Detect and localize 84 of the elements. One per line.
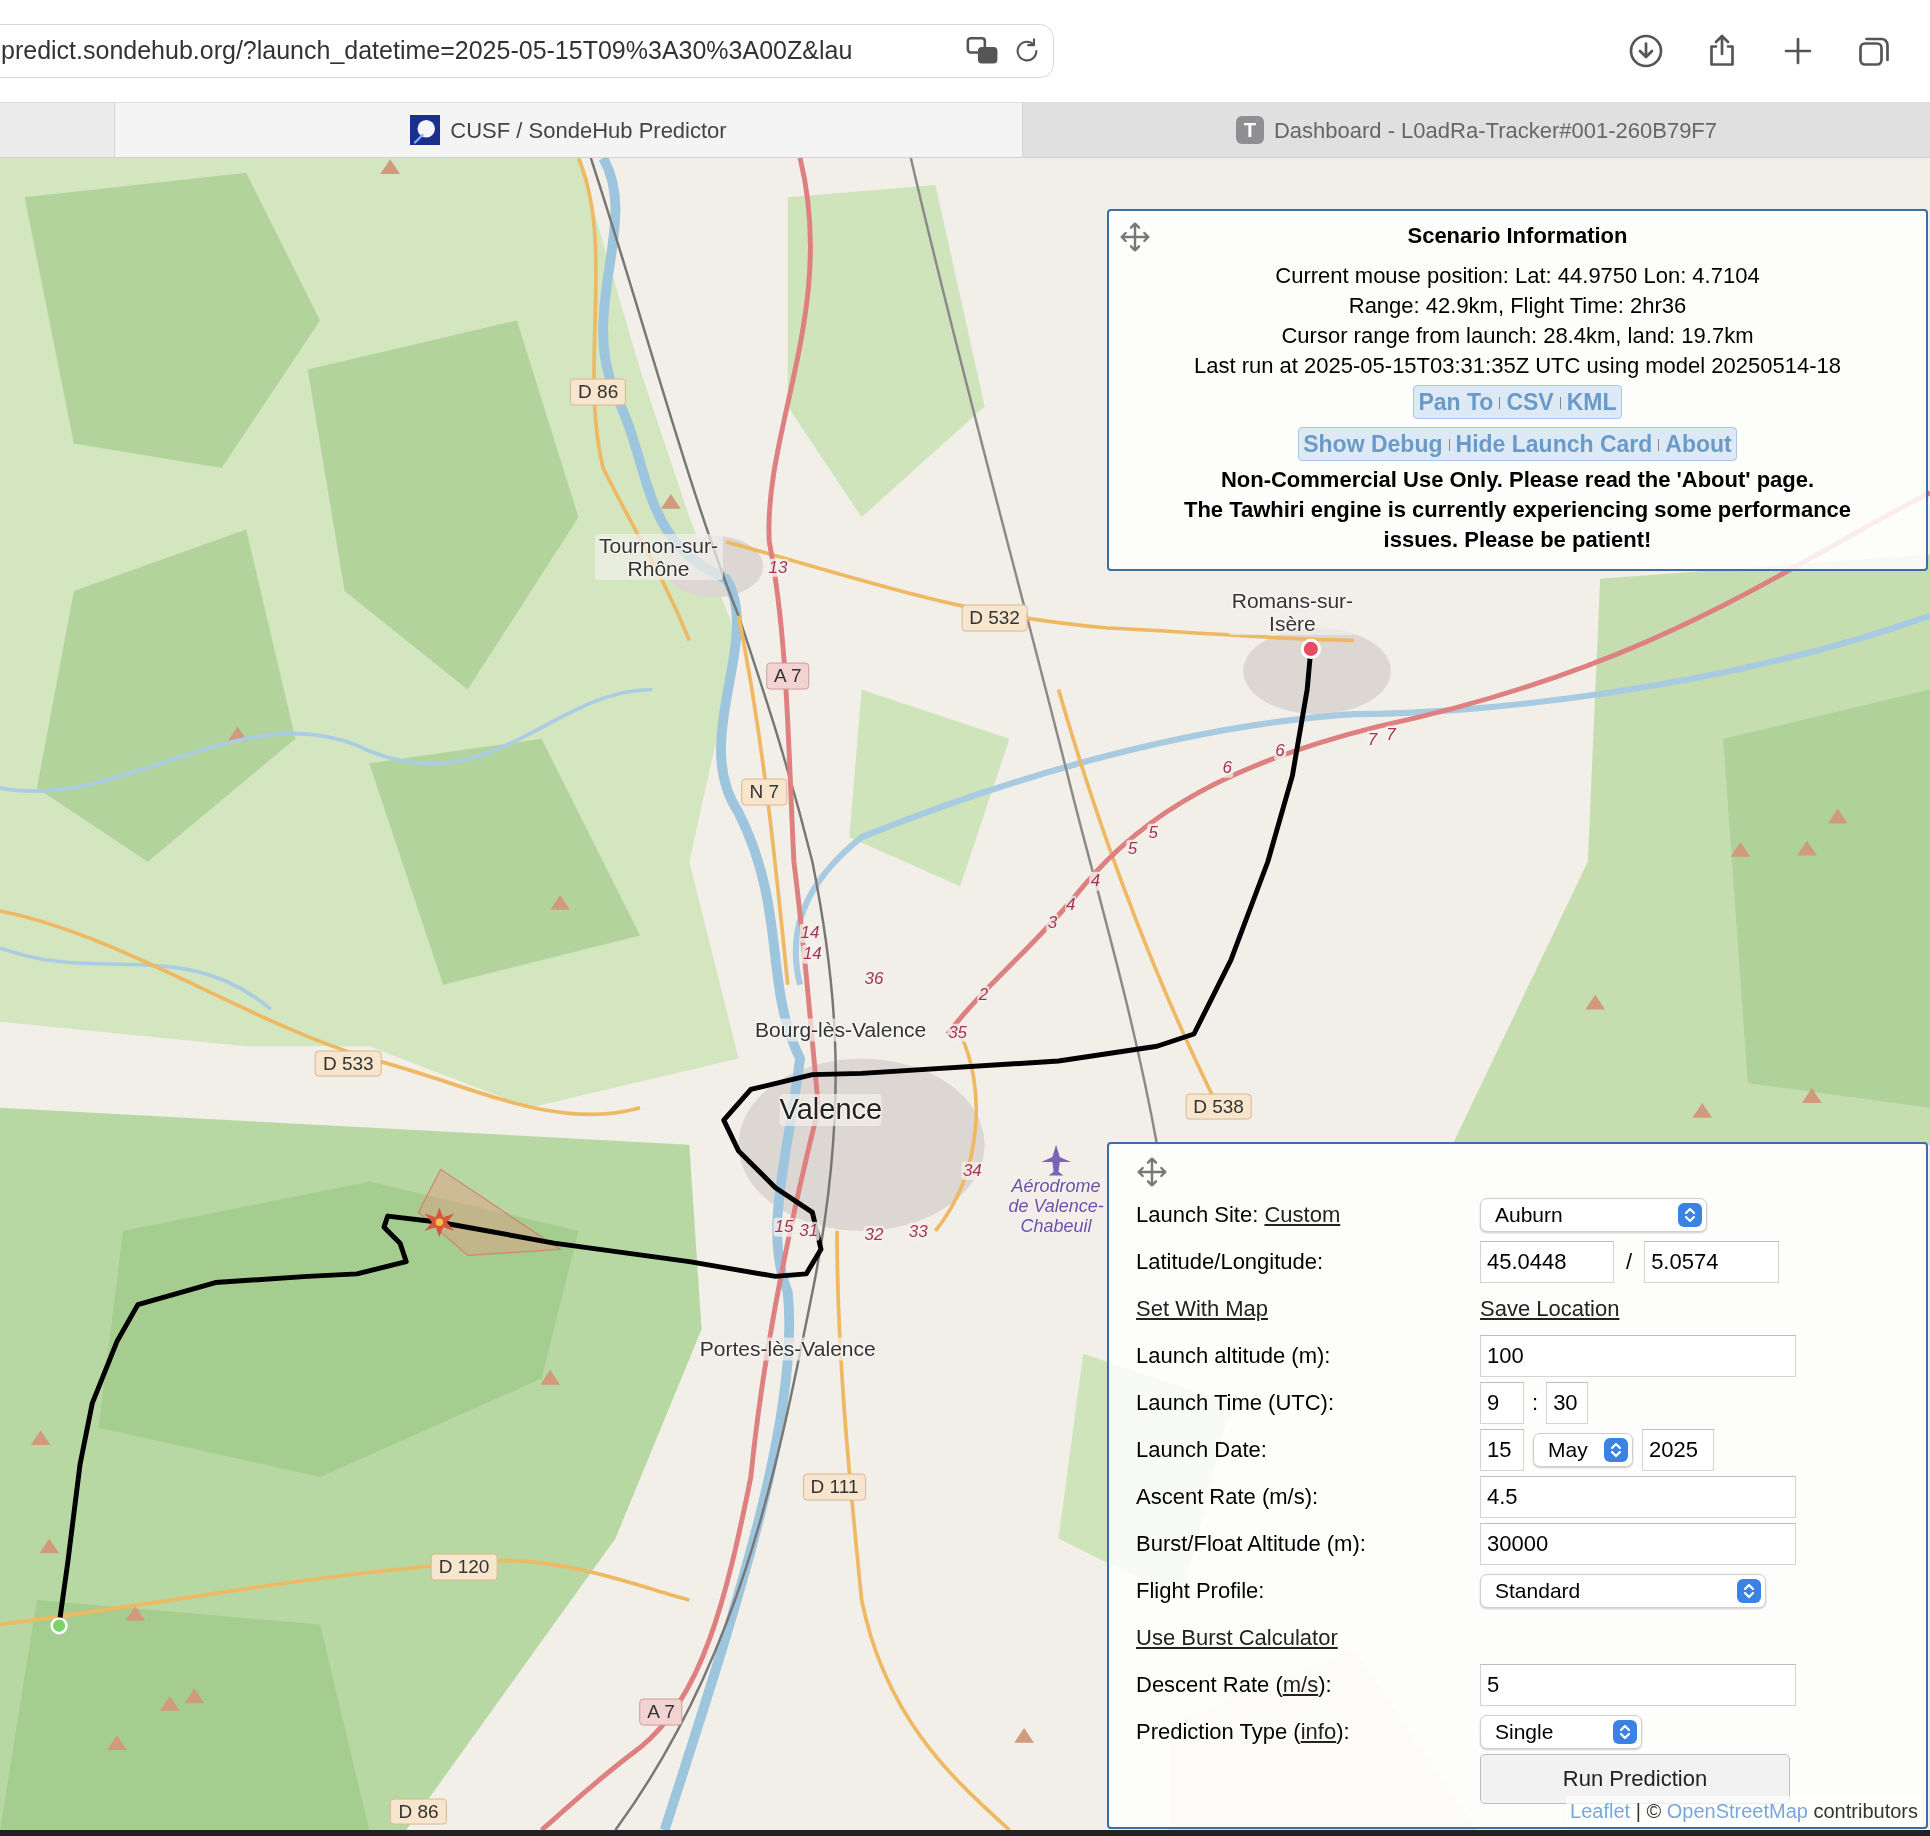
road-number-label: D 111 [802,1473,867,1501]
info-text: Cursor range from launch: 28.4km, land: 19.7km [1280,322,1755,350]
dropdown[interactable]: Standard [1480,1573,1766,1608]
field-label: Launch Date: [1136,1436,1268,1464]
field-label: Prediction Type (info): [1136,1718,1351,1746]
separator-text: / [1626,1248,1633,1276]
junction-number-label: 13 [767,558,789,578]
field-label: Flight Profile: [1136,1577,1266,1605]
town-label: Portes-lès-Valence [699,1337,876,1361]
info-text: Range: 42.9km, Flight Time: 2hr36 [1347,292,1688,320]
favicon-icon [410,115,441,145]
motorway-number-label: A 7 [766,662,810,690]
junction-number-label: 15 [773,1217,795,1237]
input-field[interactable]: 30 [1546,1381,1589,1424]
junction-number-label: 31 [798,1221,820,1241]
separator-text: : [1532,1389,1539,1417]
airport-icon [1041,1144,1071,1176]
info-text: Last run at 2025-05-15T03:31:35Z UTC using model 20250514-18 [1193,352,1842,380]
input-field[interactable]: 45.0448 [1480,1240,1614,1283]
field-label: Launch Time (UTC): [1136,1389,1336,1417]
input-field[interactable]: 5.0574 [1644,1240,1780,1283]
field-label: Ascent Rate (m/s): [1136,1483,1320,1511]
road-number-label: D 532 [961,604,1028,632]
burst-marker-icon [424,1207,455,1237]
input-field[interactable]: 4.5 [1480,1475,1796,1518]
field-label: Launch altitude (m): [1136,1342,1332,1370]
panel-title: Scenario Information [1407,223,1628,248]
input-field[interactable]: 30000 [1480,1522,1796,1565]
updown-chevron-icon [1737,1578,1761,1603]
field-label: Descent Rate (m/s): [1136,1671,1333,1699]
favicon-icon: T [1235,116,1264,144]
action-link[interactable]: Save Location [1480,1292,1620,1325]
field-label: Latitude/Longitude: [1136,1248,1325,1276]
move-handle-icon[interactable] [1119,221,1151,253]
road-number-label: D 538 [1185,1093,1252,1120]
road-number-label: N 7 [741,778,788,806]
input-field[interactable]: 100 [1480,1334,1796,1377]
notice-text: The Tawhiri engine is currently experiencing some performance issues. Please be patient! [1182,496,1853,554]
field-label: Burst/Float Altitude (m): [1136,1530,1367,1558]
address-bar[interactable]: predict.sondehub.org/?launch_datetime=2025-05-15T09%3A30%3A00Z&lau [0,24,1054,78]
action-link[interactable]: Use Burst Calculator [1136,1621,1338,1654]
inline-link[interactable]: Custom [1264,1202,1341,1227]
junction-number-label: 14 [801,944,823,964]
road-number-label: D 86 [390,1798,447,1825]
junction-number-label: 6 [1274,741,1286,761]
field-label: Launch Site: Custom [1136,1201,1342,1229]
updown-chevron-icon [1613,1719,1637,1744]
updown-chevron-icon [1678,1202,1702,1227]
road-number-label: D 86 [570,378,627,406]
input-field[interactable]: 5 [1480,1663,1796,1706]
input-field[interactable]: 2025 [1642,1428,1714,1471]
updown-chevron-icon [1604,1437,1628,1462]
notice-text: Non-Commercial Use Only. Please read the 'About' page. [1219,466,1816,494]
dropdown[interactable]: Single [1480,1714,1642,1749]
input-field[interactable]: 9 [1480,1381,1524,1424]
junction-number-label: 4 [1065,895,1077,915]
download-icon[interactable] [1628,33,1664,69]
junction-number-label: 6 [1221,758,1233,778]
junction-number-label: 3 [1046,913,1059,933]
road-number-label: D 533 [315,1050,382,1077]
tab-title: CUSF / SondeHub Predictor [450,116,727,145]
city-label: Valence [779,1094,883,1127]
url-text: predict.sondehub.org/?launch_datetime=2025-05-15T09%3A30%3A00Z&lau [1,35,854,67]
run-prediction-button[interactable]: Run Prediction [1480,1753,1790,1804]
dropdown[interactable]: May [1533,1432,1633,1467]
junction-number-label: 35 [947,1023,969,1043]
road-number-label: D 120 [430,1553,498,1581]
info-text: Current mouse position: Lat: 44.9750 Lon: 4.7104 [1274,262,1761,290]
town-label: Bourg-lès-Valence [755,1018,927,1042]
dropdown[interactable]: Auburn [1480,1197,1707,1232]
browser-tab[interactable]: CUSF / SondeHub Predictor [114,103,1022,157]
action-link[interactable]: Set With Map [1136,1292,1269,1325]
move-handle-icon[interactable] [1136,1156,1168,1188]
tab-title: Dashboard - L0adRa-Tracker#001-260B79F7 [1273,116,1718,145]
town-label: Tournon-sur-Rhône [594,533,723,580]
junction-number-label: 4 [1089,872,1102,891]
junction-number-label: 2 [977,985,990,1004]
junction-number-label: 34 [961,1161,983,1180]
browser-tab[interactable]: T Dashboard - L0adRa-Tracker#001-260B79F7 [1022,103,1930,157]
motorway-number-label: A 7 [639,1698,683,1726]
junction-number-label: 14 [799,923,821,943]
launch-marker-icon [1300,638,1322,660]
landing-marker-icon [50,1617,68,1635]
input-field[interactable]: 15 [1480,1428,1524,1471]
